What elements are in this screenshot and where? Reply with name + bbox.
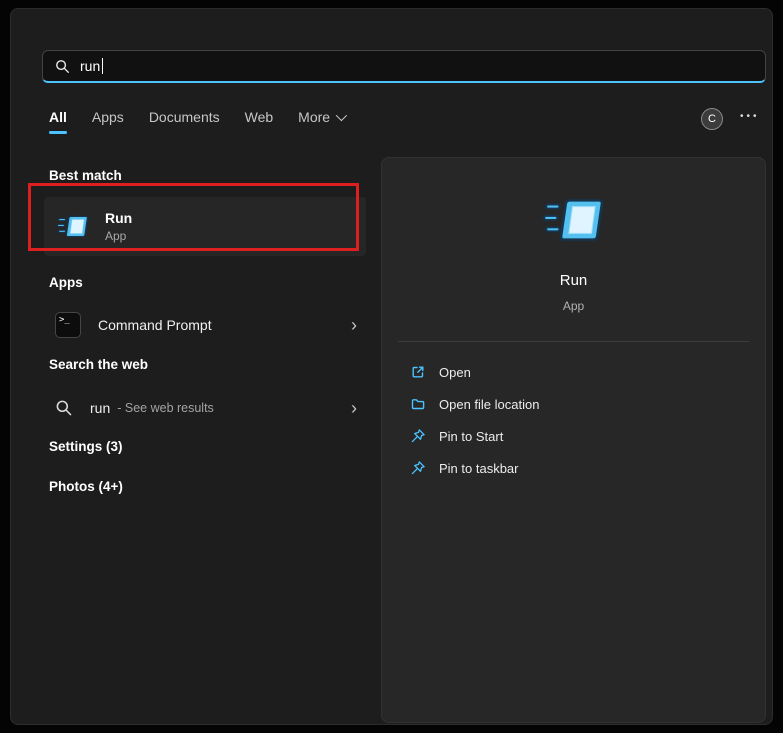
start-search-screen: run All Apps Documents Web More C ••• Be… bbox=[0, 0, 783, 733]
tab-more[interactable]: More bbox=[298, 109, 348, 134]
action-label: Pin to Start bbox=[439, 428, 504, 444]
tab-apps[interactable]: Apps bbox=[92, 109, 124, 134]
settings-group-header[interactable]: Settings (3) bbox=[49, 439, 123, 454]
text-caret bbox=[102, 58, 104, 74]
folder-icon bbox=[411, 399, 425, 410]
action-list: Open Open file location Pin to Start Pin… bbox=[398, 356, 749, 484]
photos-group-header[interactable]: Photos (4+) bbox=[49, 479, 123, 494]
search-box[interactable]: run bbox=[42, 50, 766, 83]
preview-app-name: Run bbox=[559, 272, 588, 289]
run-app-icon-large bbox=[542, 199, 603, 241]
chevron-right-icon[interactable]: › bbox=[351, 399, 361, 417]
action-open[interactable]: Open bbox=[398, 356, 749, 388]
command-prompt-icon: >_ bbox=[55, 312, 81, 338]
action-label: Open file location bbox=[439, 396, 540, 412]
run-app-icon bbox=[57, 215, 89, 238]
more-options-icon[interactable]: ••• bbox=[740, 111, 760, 122]
pin-icon bbox=[411, 461, 425, 475]
result-web-search[interactable]: run - See web results › bbox=[43, 388, 369, 428]
tab-documents[interactable]: Documents bbox=[149, 109, 220, 134]
result-label: Command Prompt bbox=[98, 317, 212, 333]
best-match-type: App bbox=[105, 229, 127, 243]
best-match-title: Best match bbox=[49, 168, 122, 183]
result-command-prompt[interactable]: >_ Command Prompt › bbox=[43, 305, 369, 345]
chevron-right-icon[interactable]: › bbox=[351, 316, 361, 334]
action-pin-to-start[interactable]: Pin to Start bbox=[398, 420, 749, 452]
search-flyout-window: run All Apps Documents Web More C ••• Be… bbox=[10, 8, 773, 725]
filter-tabs: All Apps Documents Web More bbox=[49, 109, 348, 135]
preview-panel: Run App Open Open file location Pin to S… bbox=[381, 157, 766, 723]
chevron-down-icon bbox=[335, 109, 348, 122]
preview-app-type: App bbox=[562, 299, 585, 313]
web-query: run bbox=[90, 400, 111, 416]
action-label: Pin to taskbar bbox=[439, 460, 519, 476]
best-match-result-run[interactable]: Run App bbox=[44, 197, 366, 256]
pin-icon bbox=[411, 429, 425, 443]
apps-section-title: Apps bbox=[49, 275, 83, 290]
search-icon bbox=[56, 400, 72, 416]
search-input[interactable]: run bbox=[80, 58, 100, 74]
search-icon bbox=[56, 59, 70, 73]
web-section-title: Search the web bbox=[49, 357, 149, 372]
divider bbox=[398, 341, 749, 342]
action-pin-to-taskbar[interactable]: Pin to taskbar bbox=[398, 452, 749, 484]
best-match-name: Run bbox=[105, 210, 133, 226]
avatar[interactable]: C bbox=[701, 108, 723, 130]
tab-web[interactable]: Web bbox=[245, 109, 274, 134]
open-external-icon bbox=[412, 366, 424, 378]
action-label: Open bbox=[439, 364, 471, 380]
web-hint: - See web results bbox=[117, 401, 214, 415]
tab-all[interactable]: All bbox=[49, 109, 67, 134]
action-open-file-location[interactable]: Open file location bbox=[398, 388, 749, 420]
